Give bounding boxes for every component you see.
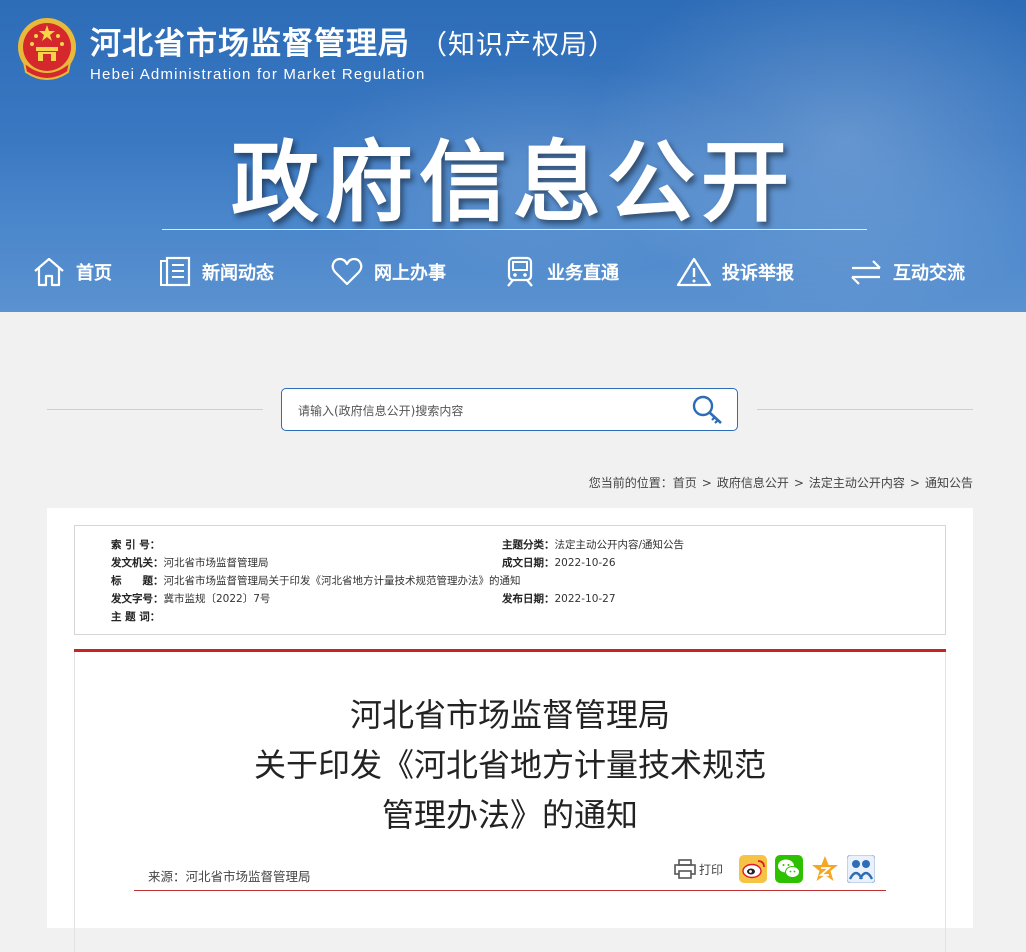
- search-input[interactable]: [296, 399, 680, 423]
- renren-icon[interactable]: [847, 855, 876, 883]
- warning-icon: [676, 257, 712, 287]
- article-title-line1: 河北省市场监督管理局: [349, 696, 670, 734]
- section-banner-title: 政府信息公开: [230, 131, 795, 234]
- nav-label-news: 新闻动态: [202, 263, 274, 284]
- search-bar: [281, 388, 738, 431]
- nav-item-business[interactable]: 业务直通: [503, 250, 619, 294]
- article-divider: [134, 890, 886, 891]
- breadcrumb-separator: >: [701, 476, 712, 490]
- article-body: 河北省市场监督管理局 关于印发《河北省地方计量技术规范 管理办法》的通知 来源：…: [74, 649, 946, 952]
- meta-title: 标 题：河北省市场监督管理局关于印发《河北省地方计量技术规范管理办法》的通知: [111, 575, 521, 587]
- wechat-icon[interactable]: [775, 855, 804, 883]
- search-divider-left: [47, 409, 263, 410]
- breadcrumb-gov-info[interactable]: 政府信息公开: [717, 476, 789, 490]
- site-title-english: Hebei Administration for Market Regulati…: [90, 66, 426, 83]
- print-button[interactable]: 打印: [674, 859, 723, 879]
- nav-label-business: 业务直通: [547, 263, 619, 284]
- breadcrumb-separator: >: [909, 476, 920, 490]
- train-icon: [507, 256, 533, 287]
- document-icon: [160, 256, 191, 287]
- key-search-icon[interactable]: [689, 394, 725, 426]
- breadcrumb-statutory[interactable]: 法定主动公开内容: [809, 476, 905, 490]
- metadata-table: 索 引 号： 发文机关：河北省市场监督管理局 标 题：河北省市场监督管理局关于印…: [74, 525, 946, 635]
- site-title-sub: （知识产权局）: [420, 30, 616, 61]
- qzone-icon[interactable]: [811, 855, 839, 883]
- weibo-icon[interactable]: [739, 855, 768, 883]
- meta-category: 主题分类：法定主动公开内容/通知公告: [502, 539, 685, 551]
- exchange-icon: [851, 260, 881, 285]
- search-divider-right: [757, 409, 973, 410]
- home-icon: [34, 257, 64, 287]
- meta-issuer: 发文机关：河北省市场监督管理局: [111, 557, 269, 569]
- article-source: 来源：河北省市场监督管理局: [148, 869, 311, 884]
- breadcrumb-prefix: 您当前的位置：: [588, 476, 673, 490]
- meta-index: 索 引 号：: [111, 539, 161, 551]
- breadcrumb-home[interactable]: 首页: [673, 476, 697, 490]
- nav-item-home[interactable]: 首页: [32, 250, 112, 294]
- meta-keywords: 主 题 词：: [111, 611, 161, 623]
- nav-item-news[interactable]: 新闻动态: [158, 250, 274, 294]
- header-banner: 河北省市场监督管理局 （知识产权局） Hebei Administration f…: [0, 0, 1026, 312]
- nav-label-complaint: 投诉举报: [722, 263, 794, 284]
- printer-icon: [674, 859, 696, 879]
- breadcrumb-notices[interactable]: 通知公告: [925, 476, 973, 490]
- article-title-line3: 管理办法》的通知: [381, 796, 638, 834]
- breadcrumb: 您当前的位置：首页 > 政府信息公开 > 法定主动公开内容 > 通知公告: [589, 474, 973, 491]
- nav-label-online-service: 网上办事: [374, 263, 446, 284]
- article-panel: 索 引 号： 发文机关：河北省市场监督管理局 标 题：河北省市场监督管理局关于印…: [47, 508, 973, 952]
- nav-label-interaction: 互动交流: [893, 263, 965, 284]
- nav-label-home: 首页: [76, 263, 112, 284]
- nav-item-complaint[interactable]: 投诉举报: [676, 250, 794, 294]
- main-nav: 首页 新闻动态 网上办事 业务直通 投诉举报 互动交流: [0, 250, 1026, 294]
- meta-doc-number: 发文字号：冀市监规〔2022〕7号: [111, 593, 271, 605]
- breadcrumb-separator: >: [793, 476, 804, 490]
- site-title[interactable]: 河北省市场监督管理局 （知识产权局）: [90, 18, 616, 63]
- meta-published-date: 发布日期：2022-10-27: [502, 593, 616, 605]
- meta-created-date: 成文日期：2022-10-26: [502, 557, 616, 569]
- article-tools: 打印: [674, 854, 876, 884]
- banner-divider: [162, 229, 867, 230]
- main-content: 您当前的位置：首页 > 政府信息公开 > 法定主动公开内容 > 通知公告 索 引 号： 发文…: [15, 312, 1005, 952]
- nav-item-interaction[interactable]: 互动交流: [849, 250, 965, 294]
- national-emblem-icon: [18, 18, 76, 80]
- article-title: 河北省市场监督管理局 关于印发《河北省地方计量技术规范 管理办法》的通知: [74, 690, 946, 840]
- site-title-text: 河北省市场监督管理局: [90, 26, 410, 62]
- article-title-line2: 关于印发《河北省地方计量技术规范: [253, 746, 766, 784]
- nav-item-online-service[interactable]: 网上办事: [330, 250, 446, 294]
- print-label: 打印: [699, 862, 724, 877]
- heart-icon: [331, 257, 363, 286]
